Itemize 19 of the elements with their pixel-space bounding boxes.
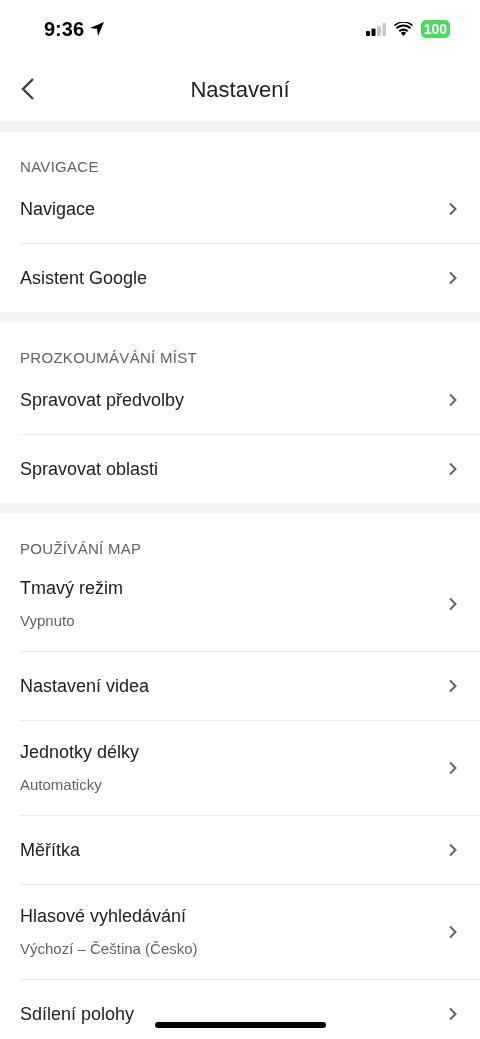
chevron-right-icon (448, 462, 458, 476)
chevron-right-icon (448, 393, 458, 407)
section-heading: NAVIGACE (19, 157, 100, 175)
chevron-right-icon (448, 597, 458, 611)
chevron-right-icon (448, 679, 458, 693)
battery-level: 100 (420, 20, 450, 38)
chevron-right-icon (448, 925, 458, 939)
chevron-right-icon (448, 202, 458, 216)
status-time: 9:36 (44, 17, 85, 42)
chevron-right-icon (448, 843, 458, 857)
section-heading: POUŽÍVÁNÍ MAP (19, 539, 143, 557)
chevron-right-icon (448, 761, 458, 775)
chevron-right-icon (448, 1007, 458, 1021)
chevron-right-icon (448, 271, 458, 285)
section-heading: PROZKOUMÁVÁNÍ MÍST (19, 348, 199, 366)
signal-icon (365, 22, 386, 36)
page-title: Nastavení (190, 76, 290, 104)
location-arrow-icon (88, 20, 107, 38)
wifi-icon (393, 22, 413, 36)
